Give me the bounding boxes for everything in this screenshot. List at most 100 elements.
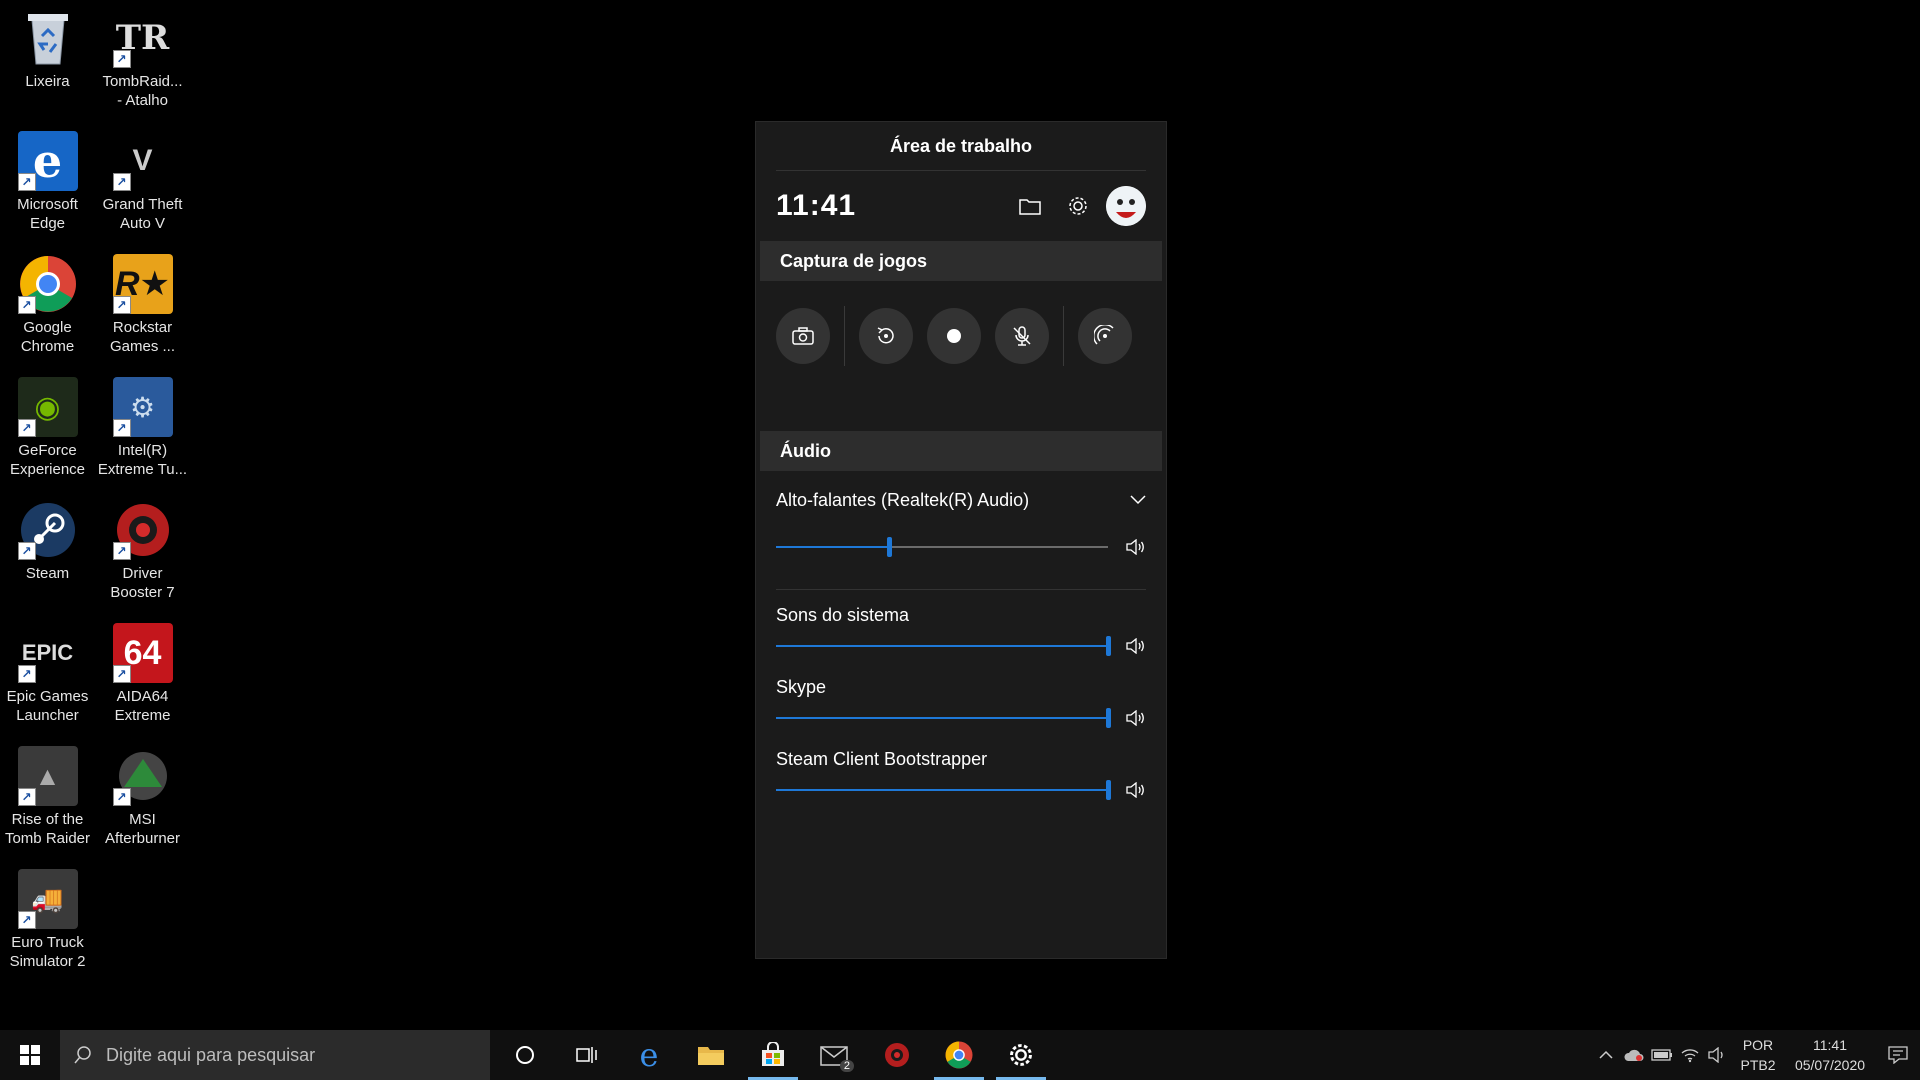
desktop-icon-chrome[interactable]: ↗ Google Chrome [0,246,95,356]
audio-device-selector[interactable]: Alto-falantes (Realtek(R) Audio) [756,471,1166,529]
show-hidden-icons-button[interactable] [1592,1030,1620,1080]
desktop-icon-geforce[interactable]: ◉ ↗ GeForce Experience [0,369,95,479]
driver-booster-icon [885,1043,909,1067]
taskbar-store[interactable] [742,1030,804,1080]
gta-v-icon: V ↗ [112,131,173,191]
slider-thumb[interactable] [1106,780,1111,800]
taskbar-file-explorer[interactable] [680,1030,742,1080]
screenshot-button[interactable] [776,308,831,364]
taskbar-settings[interactable] [990,1030,1052,1080]
onedrive-icon[interactable] [1620,1030,1648,1080]
desktop-icon-rise-tomb-raider[interactable]: ▲ ↗ Rise of the Tomb Raider [0,738,95,848]
desktop-icon-edge[interactable]: e ↗ Microsoft Edge [0,123,95,233]
taskbar-time: 11:41 [1813,1037,1847,1053]
app-volume-slider[interactable] [776,708,1111,728]
capture-section-heading: Captura de jogos [760,241,1162,281]
edge-icon: e ↗ [17,131,78,191]
slider-fill [776,546,889,548]
microphone-toggle-button[interactable] [995,308,1050,364]
taskbar-date: 05/07/2020 [1794,1057,1866,1073]
speaker-icon[interactable] [1116,782,1146,798]
cortana-button[interactable] [494,1030,556,1080]
gear-icon[interactable] [1058,186,1098,226]
game-bar-panel: Área de trabalho 11:41 Captura de jogos [755,121,1167,959]
folder-icon[interactable] [1010,186,1050,226]
taskbar-driver-booster[interactable] [866,1030,928,1080]
icon-label: MSI Afterburner [104,811,181,847]
chevron-down-icon [1130,495,1146,505]
avatar[interactable] [1106,186,1146,226]
icon-label: Grand Theft Auto V [102,196,183,232]
app-volume-row [756,772,1166,808]
audio-divider [776,589,1146,590]
icon-label: Google Chrome [20,319,75,355]
mic-muted-icon [1013,326,1031,346]
speaker-icon[interactable] [1116,539,1146,555]
wifi-icon[interactable] [1676,1030,1704,1080]
app-volume-slider[interactable] [776,636,1111,656]
search-icon [74,1046,91,1064]
start-recording-button[interactable] [927,308,982,364]
desktop-icon-intel-xtu[interactable]: ⚙ ↗ Intel(R) Extreme Tu... [95,369,190,479]
icon-label: Lixeira [25,73,70,90]
device-volume-slider[interactable] [776,537,1108,557]
task-view-icon [576,1047,597,1063]
euro-truck-icon: 🚚 ↗ [17,869,78,929]
audio-section-heading: Áudio [760,431,1162,471]
tomb-raider-icon: TR ↗ [112,8,173,68]
audio-section: Áudio Alto-falantes (Realtek(R) Audio) S… [756,431,1166,808]
taskbar-mail[interactable]: 2 [804,1030,866,1080]
msi-afterburner-icon: ↗ [112,746,173,806]
icon-label: TombRaid... - Atalho [102,73,183,109]
slider-thumb[interactable] [1106,708,1111,728]
game-bar-title: Área de trabalho [776,122,1146,171]
desktop-icon-tombraider-shortcut[interactable]: TR ↗ TombRaid... - Atalho [95,0,190,110]
edge-icon: e [639,1036,659,1074]
chrome-icon [945,1041,973,1069]
language-indicator[interactable]: POR PTB2 [1732,1035,1784,1075]
desktop-icon-rockstar[interactable]: R★ ↗ Rockstar Games ... [95,246,190,356]
icon-label: Epic Games Launcher [6,688,89,724]
slider-thumb[interactable] [1106,636,1111,656]
slider-thumb[interactable] [886,537,892,557]
taskbar-search-box[interactable]: Digite aqui para pesquisar [60,1030,490,1080]
desktop-icon-euro-truck[interactable]: 🚚 ↗ Euro Truck Simulator 2 [0,861,95,971]
geforce-icon: ◉ ↗ [17,377,78,437]
app-volume-label: Skype [776,676,827,697]
icon-label: AIDA64 Extreme [114,688,171,724]
start-button[interactable] [0,1030,60,1080]
icon-label: Rockstar Games ... [109,319,176,355]
aida64-icon: 64 ↗ [112,623,173,683]
record-last-30s-button[interactable] [858,308,913,364]
speaker-icon[interactable] [1116,638,1146,654]
taskbar-clock[interactable]: 11:41 05/07/2020 [1784,1035,1876,1075]
desktop-icon-driver-booster[interactable]: ↗ Driver Booster 7 [95,492,190,602]
camera-icon [792,327,814,345]
keyboard-layout: PTB2 [1740,1057,1776,1073]
desktop-icon-gta-v[interactable]: V ↗ Grand Theft Auto V [95,123,190,233]
windows-logo-icon [20,1045,40,1065]
taskbar-edge[interactable]: e [618,1030,680,1080]
icon-label: Steam [25,565,70,582]
task-view-button[interactable] [556,1030,618,1080]
battery-icon[interactable] [1648,1030,1676,1080]
rise-tomb-raider-icon: ▲ ↗ [17,746,78,806]
chrome-icon: ↗ [17,254,78,314]
volume-icon[interactable] [1704,1030,1732,1080]
rockstar-icon: R★ ↗ [112,254,173,314]
icon-label: Rise of the Tomb Raider [4,811,91,847]
desktop-icon-msi-afterburner[interactable]: ↗ MSI Afterburner [95,738,190,848]
app-volume-slider[interactable] [776,780,1111,800]
desktop-icon-lixeira[interactable]: Lixeira [0,0,95,91]
desktop-icon-aida64[interactable]: 64 ↗ AIDA64 Extreme [95,615,190,725]
taskbar-chrome[interactable] [928,1030,990,1080]
broadcast-button[interactable] [1078,308,1133,364]
game-bar-header: 11:41 [756,171,1166,241]
slider-fill [776,789,1108,791]
desktop-icon-epic-games[interactable]: EPIC ↗ Epic Games Launcher [0,615,95,725]
action-center-button[interactable] [1876,1030,1920,1080]
audio-device-name: Alto-falantes (Realtek(R) Audio) [776,489,1030,510]
desktop-icon-steam[interactable]: ↗ Steam [0,492,95,583]
speaker-icon[interactable] [1116,710,1146,726]
